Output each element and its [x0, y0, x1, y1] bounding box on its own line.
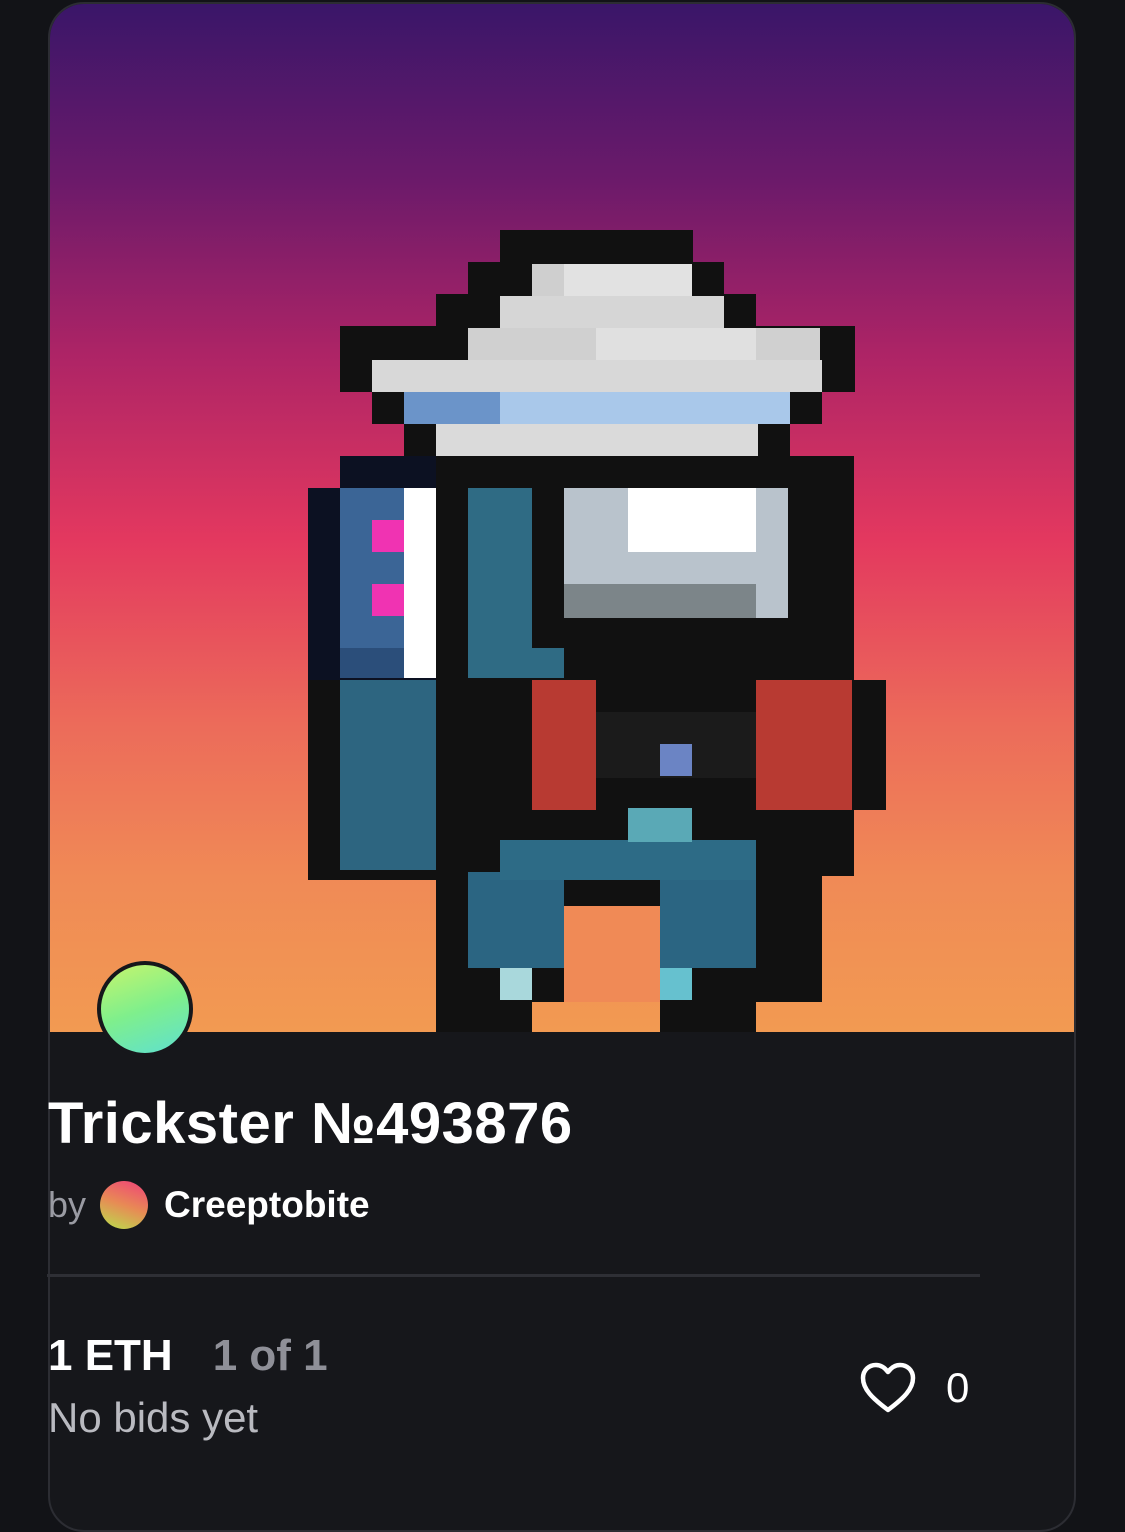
heart-icon[interactable]	[860, 1362, 916, 1414]
by-label: by	[48, 1184, 87, 1225]
owner-avatar-icon[interactable]	[97, 961, 193, 1057]
bid-status: No bids yet	[48, 1394, 259, 1441]
creator-avatar-icon[interactable]	[100, 1181, 149, 1229]
edition-label: 1 of 1	[212, 1331, 328, 1380]
artwork-image[interactable]	[50, 4, 1074, 1032]
like-button[interactable]: 0	[860, 1358, 969, 1418]
nft-card[interactable]	[48, 2, 1076, 1532]
artwork-title[interactable]: Trickster №493876	[48, 1090, 573, 1157]
divider	[47, 1274, 980, 1277]
price-label: 1 ETH	[48, 1331, 173, 1380]
price-row: 1 ETH 1 of 1	[48, 1326, 328, 1386]
creator-name[interactable]: Creeptobite	[164, 1184, 370, 1226]
like-count: 0	[946, 1364, 970, 1411]
pixel-art-astronaut-icon	[308, 230, 886, 1032]
creator-info[interactable]: by Creeptobite	[48, 1178, 370, 1232]
